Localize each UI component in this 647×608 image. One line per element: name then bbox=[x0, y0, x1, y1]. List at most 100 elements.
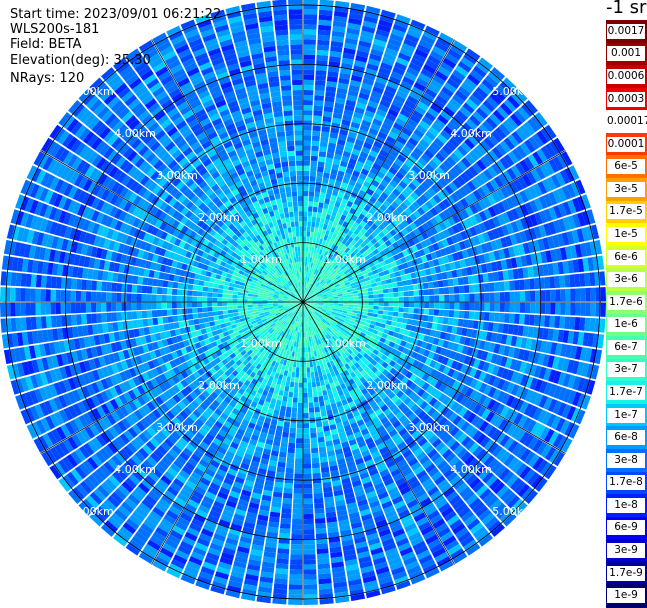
range-gate-cell bbox=[318, 391, 323, 397]
range-gate-cell bbox=[198, 280, 204, 286]
range-gate-cell bbox=[152, 318, 158, 325]
range-gate-cell bbox=[484, 312, 490, 321]
range-gate-cell bbox=[192, 291, 197, 296]
range-gate-cell bbox=[322, 421, 329, 427]
range-gate-cell bbox=[304, 559, 316, 564]
range-gate-cell bbox=[510, 303, 515, 313]
range-gate-cell bbox=[290, 423, 296, 429]
range-gate-cell bbox=[30, 303, 35, 316]
range-gate-cell bbox=[304, 549, 316, 554]
range-gate-cell bbox=[253, 302, 258, 304]
range-gate-cell bbox=[218, 289, 224, 294]
range-gate-cell bbox=[193, 313, 199, 319]
range-gate-cell bbox=[333, 304, 338, 306]
range-gate-cell bbox=[219, 319, 225, 324]
range-gate-cell bbox=[290, 428, 296, 434]
range-gate-cell bbox=[290, 382, 295, 388]
range-gate-cell bbox=[111, 283, 117, 292]
range-gate-cell bbox=[363, 309, 368, 313]
range-gate-cell bbox=[297, 352, 300, 357]
range-gate-cell bbox=[147, 278, 153, 286]
range-gate-cell bbox=[284, 386, 289, 392]
range-gate-cell bbox=[283, 391, 288, 397]
range-gate-cell bbox=[127, 284, 133, 292]
range-gate-cell bbox=[290, 361, 294, 367]
range-gate-cell bbox=[560, 303, 565, 315]
range-gate-cell bbox=[408, 313, 414, 319]
range-gate-cell bbox=[311, 453, 319, 459]
range-gate-cell bbox=[353, 305, 358, 308]
range-gate-cell bbox=[207, 297, 212, 301]
range-gate-cell bbox=[36, 275, 42, 288]
range-gate-cell bbox=[284, 370, 289, 376]
range-gate-cell bbox=[285, 473, 293, 479]
range-gate-cell bbox=[66, 303, 71, 314]
range-gate-cell bbox=[303, 428, 309, 433]
range-gate-cell bbox=[287, 458, 295, 464]
range-gate-cell bbox=[474, 312, 480, 320]
range-gate-cell bbox=[279, 411, 285, 417]
range-gate-cell bbox=[312, 463, 320, 469]
range-gate-cell bbox=[162, 295, 167, 302]
range-gate-cell bbox=[167, 288, 173, 295]
range-gate-cell bbox=[233, 291, 238, 295]
range-gate-cell bbox=[30, 289, 35, 302]
range-gate-cell bbox=[313, 397, 318, 403]
range-gate-cell bbox=[388, 307, 393, 311]
range-gate-cell bbox=[46, 289, 51, 301]
range-gate-cell bbox=[303, 398, 308, 403]
range-gate-cell bbox=[275, 477, 284, 483]
range-gate-cell bbox=[475, 303, 480, 311]
range-gate-cell bbox=[193, 319, 199, 325]
range-gate-cell bbox=[324, 431, 331, 437]
range-gate-cell bbox=[209, 321, 215, 326]
range-gate-cell bbox=[172, 289, 178, 295]
range-gate-cell bbox=[11, 272, 17, 286]
range-gate-cell bbox=[294, 489, 303, 494]
range-gate-cell bbox=[285, 381, 290, 387]
range-gate-cell bbox=[96, 281, 102, 291]
range-gate-cell bbox=[307, 372, 311, 377]
range-gate-cell bbox=[304, 458, 312, 463]
range-gate-cell bbox=[116, 283, 122, 292]
range-gate-cell bbox=[188, 278, 194, 284]
range-gate-cell bbox=[198, 313, 204, 318]
range-gate-cell bbox=[489, 312, 495, 321]
range-gate-cell bbox=[318, 563, 331, 569]
range-gate-cell bbox=[20, 303, 25, 316]
range-gate-cell bbox=[304, 509, 314, 514]
range-gate-cell bbox=[157, 302, 162, 309]
range-gate-cell bbox=[287, 402, 292, 408]
range-gate-cell bbox=[295, 463, 303, 468]
range-gate-cell bbox=[305, 337, 307, 342]
range-gate-cell bbox=[322, 472, 331, 478]
range-gate-cell bbox=[279, 452, 287, 458]
range-gate-cell bbox=[26, 274, 32, 287]
range-gate-cell bbox=[243, 305, 248, 308]
range-gate-cell bbox=[309, 413, 315, 419]
range-gate-cell bbox=[303, 438, 310, 443]
range-gate-cell bbox=[301, 342, 303, 347]
range-gate-cell bbox=[433, 316, 439, 323]
range-gate-cell bbox=[299, 388, 303, 393]
range-gate-cell bbox=[589, 318, 595, 332]
range-gate-cell bbox=[303, 347, 305, 352]
range-gate-cell bbox=[299, 373, 303, 378]
range-gate-cell bbox=[91, 281, 97, 291]
range-gate-cell bbox=[177, 309, 183, 315]
range-gate-cell bbox=[253, 307, 258, 310]
range-gate-cell bbox=[294, 382, 298, 387]
range-gate-cell bbox=[303, 413, 308, 418]
range-gate-cell bbox=[298, 398, 303, 403]
range-gate-cell bbox=[101, 292, 106, 301]
range-gate-cell bbox=[304, 554, 316, 559]
range-gate-cell bbox=[168, 323, 174, 330]
range-gate-cell bbox=[399, 307, 404, 312]
range-gate-cell bbox=[291, 413, 297, 419]
range-gate-cell bbox=[283, 427, 290, 433]
range-gate-cell bbox=[76, 279, 82, 290]
range-gate-cell bbox=[188, 284, 194, 290]
range-gate-cell bbox=[545, 303, 550, 314]
range-gate-cell bbox=[292, 367, 296, 372]
range-gate-cell bbox=[490, 303, 495, 312]
